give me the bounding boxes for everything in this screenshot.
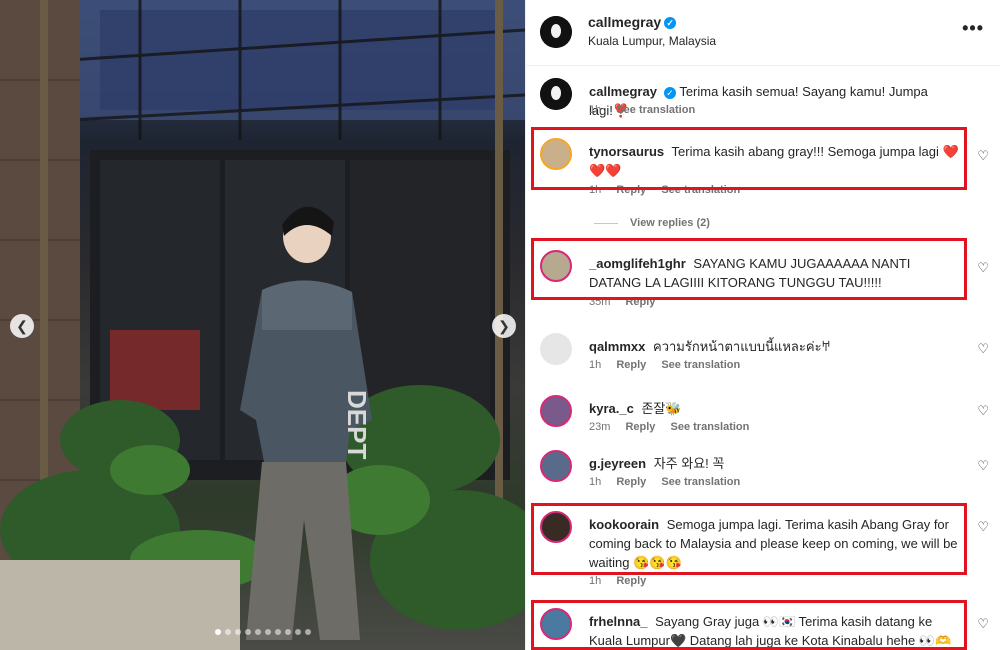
post-username[interactable]: callmegray ✓ [588,14,677,30]
heart-icon[interactable]: ♡ [977,260,989,276]
reply-button[interactable]: Reply [616,359,646,371]
comments-panel: callmegray ✓ Kuala Lumpur, Malaysia ••• c… [525,0,1000,650]
owner-avatar-art [540,78,572,110]
caption-username[interactable]: callmegray [589,84,657,99]
avatar[interactable] [540,333,572,365]
reply-button[interactable]: Reply [625,421,655,433]
view-replies-label[interactable]: View replies (2) [630,217,710,229]
verified-badge-icon: ✓ [663,86,676,99]
carousel-dot[interactable] [214,629,221,635]
carousel-dot[interactable] [294,629,301,635]
comment-time: 1h [589,359,602,371]
comment-text: qalmmxx ความรักหน้าตาแบบนี้แหละค่ะ𐀀 [589,337,959,356]
carousel-dot[interactable] [224,629,231,635]
comment-body: 자주 와요! 꼭 [653,456,725,471]
caption-time: 1h [589,104,602,116]
comment-text: g.jeyreen 자주 와요! 꼭 [589,454,959,473]
carousel-dots [0,622,525,640]
heart-icon[interactable]: ♡ [977,403,989,419]
comment-item: kyra._c 존잘🐝 23m Reply See translation ♡ [526,395,1000,437]
carousel-dot[interactable] [264,629,271,635]
caption-meta: 1h See translation [589,104,707,116]
more-options-icon[interactable]: ••• [962,18,984,39]
post-photo[interactable]: DEPT ❮ ❯ [0,0,525,650]
reply-button[interactable]: Reply [616,575,646,587]
carousel-dot[interactable] [284,629,291,635]
highlight-box [531,127,967,190]
see-translation-link[interactable]: See translation [661,359,740,371]
carousel-dot[interactable] [304,629,311,635]
heart-icon[interactable]: ♡ [977,616,989,632]
comment-username[interactable]: qalmmxx [589,339,645,354]
comment-username[interactable]: g.jeyreen [589,456,646,471]
heart-icon[interactable]: ♡ [977,458,989,474]
highlight-box [531,238,967,300]
instagram-post-view: DEPT ❮ ❯ callmegray ✓ Kuala Lumpur, Malay… [0,0,1000,650]
view-replies-line [594,222,618,224]
comment-item: g.jeyreen 자주 와요! 꼭 1h Reply See translat… [526,450,1000,492]
reply-button[interactable]: Reply [616,476,646,488]
comment-time: 1h [589,575,602,587]
comment-meta: 1h Reply See translation [589,359,752,371]
avatar[interactable] [540,395,572,427]
heart-icon[interactable]: ♡ [977,341,989,357]
avatar[interactable] [540,16,572,48]
heart-icon[interactable]: ♡ [977,519,989,535]
see-translation-link[interactable]: See translation [616,104,695,116]
comment-meta: 1h Reply [589,575,658,587]
view-replies-button[interactable]: View replies (2) [594,217,710,229]
verified-badge-icon: ✓ [664,17,677,30]
avatar[interactable] [540,78,572,110]
chevron-right-icon[interactable]: ❯ [492,314,516,338]
carousel-dot[interactable] [244,629,251,635]
comment-item: qalmmxx ความรักหน้าตาแบบนี้แหละค่ะ𐀀 1h R… [526,333,1000,375]
post-username-text[interactable]: callmegray [588,14,661,30]
post-header: callmegray ✓ Kuala Lumpur, Malaysia ••• [526,0,1000,66]
comment-meta: 1h Reply See translation [589,476,752,488]
post-location[interactable]: Kuala Lumpur, Malaysia [588,34,716,48]
svg-text:DEPT: DEPT [342,390,372,459]
caption: callmegray ✓ Terima kasih semua! Sayang k… [526,78,1000,122]
comment-text: kyra._c 존잘🐝 [589,399,959,418]
chevron-left-icon[interactable]: ❮ [10,314,34,338]
comment-username[interactable]: kyra._c [589,401,634,416]
comment-time: 1h [589,476,602,488]
comment-time: 23m [589,421,611,433]
avatar[interactable] [540,450,572,482]
comment-meta: 23m Reply See translation [589,421,761,433]
photo-scene: DEPT [0,0,525,650]
carousel-dot[interactable] [254,629,261,635]
carousel-dot[interactable] [274,629,281,635]
highlight-box [531,600,967,650]
comment-body: 존잘🐝 [641,401,682,416]
highlight-box [531,503,967,575]
comment-body: ความรักหน้าตาแบบนี้แหละค่ะ𐀀 [653,339,831,354]
owner-avatar-art [540,16,572,48]
see-translation-link[interactable]: See translation [661,476,740,488]
see-translation-link[interactable]: See translation [671,421,750,433]
heart-icon[interactable]: ♡ [977,148,989,164]
carousel-dot[interactable] [234,629,241,635]
